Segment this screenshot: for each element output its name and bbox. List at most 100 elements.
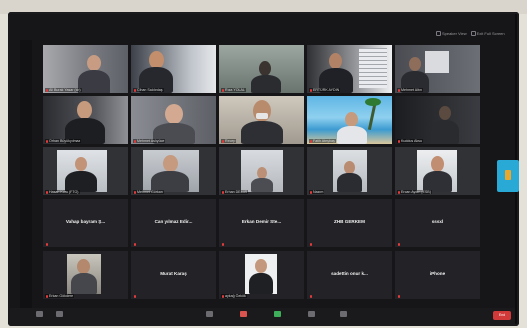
muted-mic-icon	[398, 190, 400, 194]
speaker-view-button[interactable]: Speaker View	[436, 30, 467, 36]
fullscreen-icon	[470, 30, 476, 36]
participant-body	[151, 171, 189, 192]
participant-body	[241, 121, 283, 144]
participant-name: Hasan Kuru (FTO)	[45, 190, 80, 194]
participant-head	[431, 156, 444, 172]
participant-head	[259, 61, 271, 76]
muted-mic-icon	[134, 190, 136, 194]
participant-body	[431, 120, 459, 144]
muted-mic-icon	[398, 243, 400, 246]
participant-tile[interactable]: Erkan Demir Ste...	[219, 199, 304, 247]
meeting-toolbar: End	[10, 308, 515, 324]
participant-tile[interactable]: Vahap bayram Ş...	[43, 199, 128, 247]
participant-tile[interactable]: Erhan DEMİR	[219, 147, 304, 195]
end-meeting-button[interactable]: End	[493, 311, 511, 320]
participant-head	[255, 259, 267, 273]
record-icon	[308, 311, 315, 317]
video-button[interactable]	[56, 311, 63, 317]
participant-tile[interactable]: Kuddus Aksu	[395, 96, 480, 144]
muted-mic-icon	[310, 295, 312, 298]
participant-head	[409, 57, 421, 71]
camera-icon	[56, 311, 63, 317]
participant-tile[interactable]: sssxl	[395, 199, 480, 247]
participant-head	[345, 112, 358, 127]
participant-tile[interactable]: iPhone	[395, 251, 480, 299]
muted-mic-icon	[46, 294, 48, 298]
participant-name: iPhone	[429, 271, 446, 276]
participant-name: Kuddus Aksu	[397, 139, 423, 143]
muted-mic-icon	[398, 295, 400, 298]
participant-head	[77, 101, 92, 119]
reactions-button[interactable]	[340, 311, 347, 317]
muted-mic-icon	[134, 88, 136, 92]
participant-head	[439, 106, 451, 120]
grid-view-icon	[436, 30, 441, 36]
participant-body	[423, 171, 452, 192]
muted-mic-icon	[310, 243, 312, 246]
participant-tile[interactable]: Ali Burak Yasar (kb)	[43, 45, 128, 93]
participant-tile[interactable]: Orhan Büyükyılmaz	[43, 96, 128, 144]
muted-indicator	[309, 243, 313, 246]
participant-head	[163, 155, 178, 172]
participant-name: Erhan DEMİR	[221, 190, 249, 194]
muted-mic-icon	[398, 88, 400, 92]
muted-mic-icon	[310, 190, 312, 194]
participant-tile[interactable]: Mehmet Aslıyüce	[131, 96, 216, 144]
participant-tile[interactable]: Cihan Saldırdaş	[131, 45, 216, 93]
share-screen-button[interactable]	[274, 311, 281, 317]
muted-indicator	[133, 295, 137, 298]
muted-mic-icon	[222, 139, 224, 143]
participant-body	[249, 273, 273, 294]
participant-tile[interactable]: Nazım	[307, 147, 392, 195]
participant-body	[337, 173, 362, 192]
participant-name: Fatih Ateşbaş	[309, 139, 336, 143]
participant-name: Vahap bayram Ş...	[65, 219, 106, 224]
participant-name: Cihan Saldırdaş	[133, 88, 164, 92]
participant-tile[interactable]: Erkan Gökdere	[43, 251, 128, 299]
participant-tile[interactable]: ZHB GERKEM	[307, 199, 392, 247]
participant-tile[interactable]: Mehmet Gürkan	[131, 147, 216, 195]
participant-name: ZHB GERKEM	[334, 219, 365, 224]
participant-tile[interactable]: Murat Karaş	[131, 251, 216, 299]
zoom-meeting-window: Speaker View Exit Full Screen Ali Burak …	[10, 14, 515, 324]
mute-button[interactable]	[36, 311, 43, 317]
participant-name: Mehmet Altın	[397, 88, 423, 92]
participant-tile[interactable]: Rıza YOLAL	[219, 45, 304, 93]
wall-frame	[425, 51, 449, 73]
chat-button[interactable]	[240, 311, 247, 317]
window-blinds	[359, 48, 387, 88]
muted-mic-icon	[222, 294, 224, 298]
participant-name: Recep	[221, 139, 237, 143]
view-controls: Speaker View Exit Full Screen	[436, 28, 505, 38]
left-edge-shadow	[20, 40, 32, 320]
participant-body	[71, 273, 97, 294]
muted-mic-icon	[134, 295, 136, 298]
muted-mic-icon	[222, 190, 224, 194]
participant-tile[interactable]: ERTÜRK AYDIN	[307, 45, 392, 93]
fullscreen-button[interactable]: Exit Full Screen	[470, 30, 505, 36]
side-app-icon[interactable]	[497, 160, 519, 192]
participant-name: sssxl	[431, 219, 444, 224]
participant-tile[interactable]: Hasan Kuru (FTO)	[43, 147, 128, 195]
participant-name: ERTÜRK AYDIN	[309, 88, 341, 92]
microphone-icon	[36, 311, 43, 317]
participant-tile[interactable]: Can yılmaz Edir...	[131, 199, 216, 247]
muted-mic-icon	[46, 139, 48, 143]
participant-name: Ercan Aydın (ESB)	[397, 190, 432, 194]
participants-button[interactable]	[206, 311, 213, 317]
participant-tile[interactable]: sadettin onur k...	[307, 251, 392, 299]
participant-tile[interactable]: Recep	[219, 96, 304, 144]
participant-tile[interactable]: Mehmet Altın	[395, 45, 480, 93]
muted-mic-icon	[398, 139, 400, 143]
participant-tile[interactable]: Fatih Ateşbaş	[307, 96, 392, 144]
participant-head	[77, 259, 90, 274]
participant-tile[interactable]: aykağ Özkök	[219, 251, 304, 299]
record-button[interactable]	[308, 311, 315, 317]
participant-body	[337, 126, 367, 144]
participant-name: Can yılmaz Edir...	[154, 219, 193, 224]
participant-tile[interactable]: Ercan Aydın (ESB)	[395, 147, 480, 195]
participant-name: Murat Karaş	[160, 271, 187, 276]
participant-body	[251, 75, 281, 93]
participant-name: sadettin onur k...	[331, 271, 368, 276]
muted-indicator	[45, 243, 49, 246]
